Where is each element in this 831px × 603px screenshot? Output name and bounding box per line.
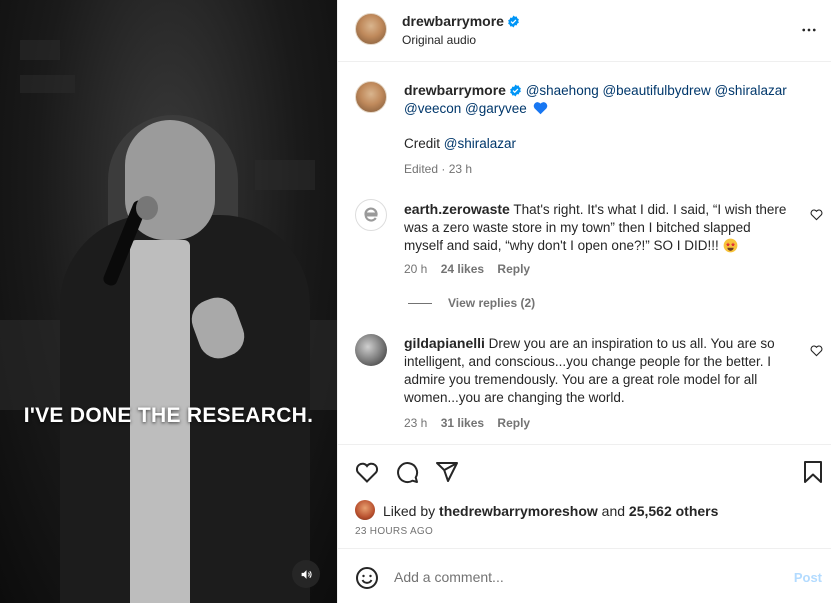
comment-line: myself and said, “why don't I open one?!… — [404, 238, 719, 253]
post-timestamp[interactable]: 23 HOURS AGO — [355, 526, 433, 537]
comment-input[interactable] — [394, 565, 774, 589]
comment-likes[interactable]: 24 likes — [441, 262, 484, 276]
post-button[interactable]: Post — [794, 570, 822, 585]
bg-light — [255, 160, 315, 190]
comment-line: Drew you are an inspiration to us all. Y… — [488, 336, 775, 351]
like-comment-icon[interactable] — [810, 208, 823, 221]
comments-list[interactable]: drewbarrymore @shaehong @beautifulbydrew… — [338, 62, 831, 444]
liker-avatar[interactable] — [355, 500, 375, 520]
caption-credit: Credit @shiralazar — [404, 135, 516, 153]
liker-username[interactable]: thedrewbarrymoreshow — [439, 503, 598, 519]
comment-line: That's right. It's what I did. I said, “… — [513, 202, 787, 217]
likes-others[interactable]: 25,562 others — [629, 503, 719, 519]
audio-link[interactable]: Original audio — [402, 33, 476, 47]
author-username[interactable]: drewbarrymore — [402, 13, 520, 29]
comment-meta: 20 h 24 likes Reply — [404, 262, 530, 276]
replies-divider — [408, 303, 432, 305]
zerowaste-logo-icon — [364, 207, 378, 222]
likes-text: Liked by thedrewbarrymoreshow and 25,562… — [383, 503, 718, 519]
verified-icon — [508, 15, 519, 28]
likes-prefix: Liked by — [383, 503, 436, 519]
emoji-icon[interactable] — [355, 566, 379, 590]
video-player[interactable]: I'VE DONE THE RESEARCH. — [0, 0, 337, 603]
save-icon[interactable] — [802, 460, 824, 484]
mute-button[interactable] — [292, 560, 320, 588]
comment-username[interactable]: gildapianelli — [404, 335, 485, 351]
caption-text: drewbarrymore @shaehong @beautifulbydrew… — [404, 81, 814, 118]
likes-and: and — [601, 503, 626, 519]
caption-mentions-line1[interactable]: @shaehong @beautifulbydrew @shiralazar — [526, 83, 787, 98]
verified-icon — [510, 84, 521, 97]
comment-line: intelligent, and conscious...you change … — [404, 354, 771, 369]
comment-likes[interactable]: 31 likes — [441, 416, 484, 430]
post-actions — [338, 444, 831, 500]
post-modal: I'VE DONE THE RESEARCH. drewbarrymore Or… — [0, 0, 831, 603]
share-icon[interactable] — [435, 460, 459, 484]
bg-light — [20, 40, 60, 60]
comment-time: 23 h — [404, 416, 428, 430]
comment-line: was a zero waste store in my town” then … — [404, 220, 751, 235]
reply-button[interactable]: Reply — [497, 416, 530, 430]
bg-light — [20, 75, 75, 93]
caption-mentions-line2[interactable]: @veecon @garyvee — [404, 101, 527, 116]
author-username-text[interactable]: drewbarrymore — [402, 13, 504, 29]
comment-text: earth.zerowaste That's right. It's what … — [404, 200, 804, 255]
add-comment-bar: Post — [338, 548, 831, 603]
caption-meta: Edited · 23 h — [404, 162, 473, 176]
comment-time: 20 h — [404, 262, 428, 276]
author-avatar[interactable] — [355, 13, 387, 45]
comment-username[interactable]: earth.zerowaste — [404, 201, 510, 217]
comment-line: women...you are changing the world. — [404, 390, 625, 405]
speaker-icon — [301, 569, 312, 579]
caption-username[interactable]: drewbarrymore — [404, 82, 506, 98]
microphone-head — [136, 196, 158, 220]
credit-mention[interactable]: @shiralazar — [444, 136, 516, 151]
commenter-avatar[interactable] — [355, 334, 387, 366]
reply-button[interactable]: Reply — [497, 262, 530, 276]
caption-avatar[interactable] — [355, 81, 387, 113]
comment-icon[interactable] — [395, 460, 419, 484]
star-struck-emoji-icon — [723, 238, 737, 253]
view-replies-button[interactable]: View replies (2) — [408, 296, 535, 310]
like-comment-icon[interactable] — [810, 344, 823, 357]
video-caption: I'VE DONE THE RESEARCH. — [23, 404, 314, 427]
view-replies-label[interactable]: View replies (2) — [448, 296, 535, 310]
comment-text: gildapianelli Drew you are an inspiratio… — [404, 334, 814, 407]
post-sidebar: drewbarrymore Original audio drewbarrymo… — [337, 0, 831, 603]
blue-heart-icon — [533, 102, 547, 115]
credit-label: Credit — [404, 136, 441, 151]
more-icon[interactable] — [800, 21, 818, 39]
comment-meta: 23 h 31 likes Reply — [404, 416, 530, 430]
comment-line: admire you tremendously. You are a great… — [404, 372, 758, 387]
like-icon[interactable] — [355, 460, 379, 484]
commenter-avatar[interactable] — [355, 199, 387, 231]
post-header: drewbarrymore Original audio — [338, 0, 831, 62]
